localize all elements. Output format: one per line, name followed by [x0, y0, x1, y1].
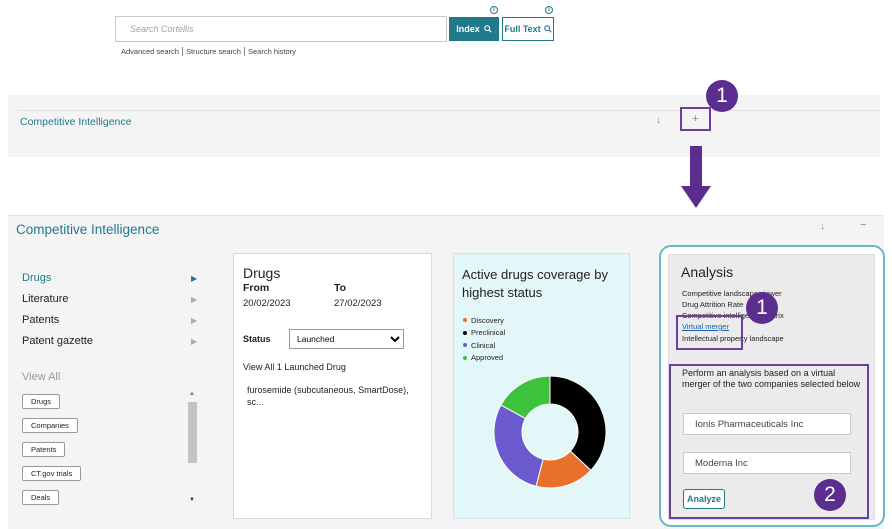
to-date[interactable]: 27/02/2023 — [334, 298, 382, 309]
nav-item-drugs[interactable]: Drugs — [22, 272, 51, 284]
structure-search-link[interactable]: Structure search — [183, 47, 245, 56]
legend-dot — [463, 318, 467, 323]
merger-description: Perform an analysis based on a virtual m… — [682, 368, 861, 389]
from-date[interactable]: 20/02/2023 — [243, 298, 291, 309]
legend-label: Approved — [471, 353, 504, 363]
status-label: Status — [243, 334, 271, 344]
view-all-patents-pill[interactable]: Patents — [22, 442, 66, 457]
coverage-card: Active drugs coverage by highest status … — [453, 253, 630, 519]
chevron-right-icon[interactable]: ▶ — [191, 316, 197, 325]
scroll-down-icon[interactable]: ▼ — [189, 497, 195, 503]
search-links: Advanced search Structure search Search … — [121, 47, 299, 56]
drugs-card: Drugs From To 20/02/2023 27/02/2023 Stat… — [233, 253, 432, 519]
chevron-right-icon[interactable]: ▶ — [191, 274, 197, 283]
advanced-search-link[interactable]: Advanced search — [121, 47, 183, 56]
coverage-card-title: Active drugs coverage by highest status — [462, 267, 608, 300]
step-2-callout-number: 2 — [824, 483, 836, 506]
legend-dot — [463, 355, 467, 360]
transition-down-arrow-icon — [681, 146, 711, 208]
from-label: From — [243, 282, 270, 294]
expanded-panel-title: Competitive Intelligence — [16, 222, 160, 237]
index-button-label: Index — [456, 24, 480, 34]
download-icon[interactable]: ↓ — [820, 221, 825, 232]
coverage-donut-chart[interactable] — [490, 367, 610, 497]
company-1-input[interactable] — [683, 413, 851, 435]
nav-item-patents[interactable]: Patents — [22, 314, 59, 326]
collapsed-panel-title[interactable]: Competitive Intelligence — [20, 116, 131, 128]
donut-slice-preclinical[interactable] — [549, 375, 607, 472]
scrollbar-thumb[interactable] — [188, 402, 197, 463]
legend-dot — [463, 330, 467, 335]
search-icon — [543, 25, 552, 33]
fulltext-search-button[interactable]: Full Text — [502, 17, 554, 41]
analysis-title: Analysis — [681, 264, 734, 280]
step-2-callout-badge: 2 — [814, 479, 846, 511]
view-all-companies-pill[interactable]: Companies — [22, 418, 78, 433]
expand-panel-button[interactable]: + — [680, 107, 711, 131]
legend-label: Preclinical — [471, 328, 506, 338]
collapsed-ci-panel: Competitive Intelligence ↓ — [8, 95, 880, 157]
view-all-launched-link[interactable]: View All 1 Launched Drug — [243, 362, 346, 372]
analysis-item-attrition-rate[interactable]: Drug Attrition Rate — [682, 300, 743, 309]
collapse-panel-button[interactable]: − — [860, 219, 866, 231]
legend-label: Clinical — [471, 340, 496, 350]
legend-label: Discovery — [471, 315, 504, 325]
search-history-link[interactable]: Search history — [245, 47, 299, 56]
step-1-callout-number: 1 — [756, 296, 768, 319]
virtual-merger-highlight — [676, 315, 743, 350]
download-icon[interactable]: ↓ — [656, 115, 661, 126]
plus-icon: + — [692, 113, 699, 125]
view-all-ctgov-trials-pill[interactable]: CT.gov trials — [22, 466, 82, 481]
chart-legend: Discovery Preclinical Clinical Approved — [463, 314, 505, 364]
view-all-heading: View All — [22, 371, 61, 383]
view-all-scrollbar[interactable]: ▲ ▼ — [187, 391, 198, 503]
status-select[interactable]: Launched — [289, 329, 404, 349]
nav-item-literature[interactable]: Literature — [22, 293, 68, 305]
legend-item-clinical: Clinical — [463, 339, 505, 352]
drugs-card-title: Drugs — [243, 265, 281, 281]
step-1-callout-badge: 1 — [746, 292, 778, 324]
drug-entry-link[interactable]: furosemide (subcutaneous, SmartDose), sc… — [247, 384, 427, 408]
legend-dot — [463, 343, 467, 348]
chevron-right-icon[interactable]: ▶ — [191, 337, 197, 346]
view-all-deals-pill[interactable]: Deals — [22, 490, 60, 505]
step-1-callout-badge: 1 — [706, 80, 738, 112]
company-2-input[interactable] — [683, 452, 851, 474]
chevron-right-icon[interactable]: ▶ — [191, 295, 197, 304]
legend-item-preclinical: Preclinical — [463, 327, 505, 340]
view-all-drugs-pill[interactable]: Drugs — [22, 394, 61, 409]
fulltext-info-icon[interactable]: i — [545, 6, 553, 14]
to-label: To — [334, 282, 347, 294]
search-input[interactable] — [115, 16, 447, 42]
index-info-icon[interactable]: i — [490, 6, 498, 14]
scroll-up-icon[interactable]: ▲ — [189, 391, 195, 397]
analyze-button[interactable]: Analyze — [683, 489, 725, 509]
panel-divider — [18, 110, 880, 111]
nav-item-patent-gazette[interactable]: Patent gazette — [22, 335, 93, 347]
legend-item-approved: Approved — [463, 352, 505, 365]
index-search-button[interactable]: Index — [449, 17, 499, 41]
legend-item-discovery: Discovery — [463, 314, 505, 327]
fulltext-button-label: Full Text — [504, 24, 541, 34]
step-1-callout-number: 1 — [716, 84, 728, 107]
search-icon — [483, 25, 492, 33]
donut-slice-clinical[interactable] — [493, 404, 544, 487]
